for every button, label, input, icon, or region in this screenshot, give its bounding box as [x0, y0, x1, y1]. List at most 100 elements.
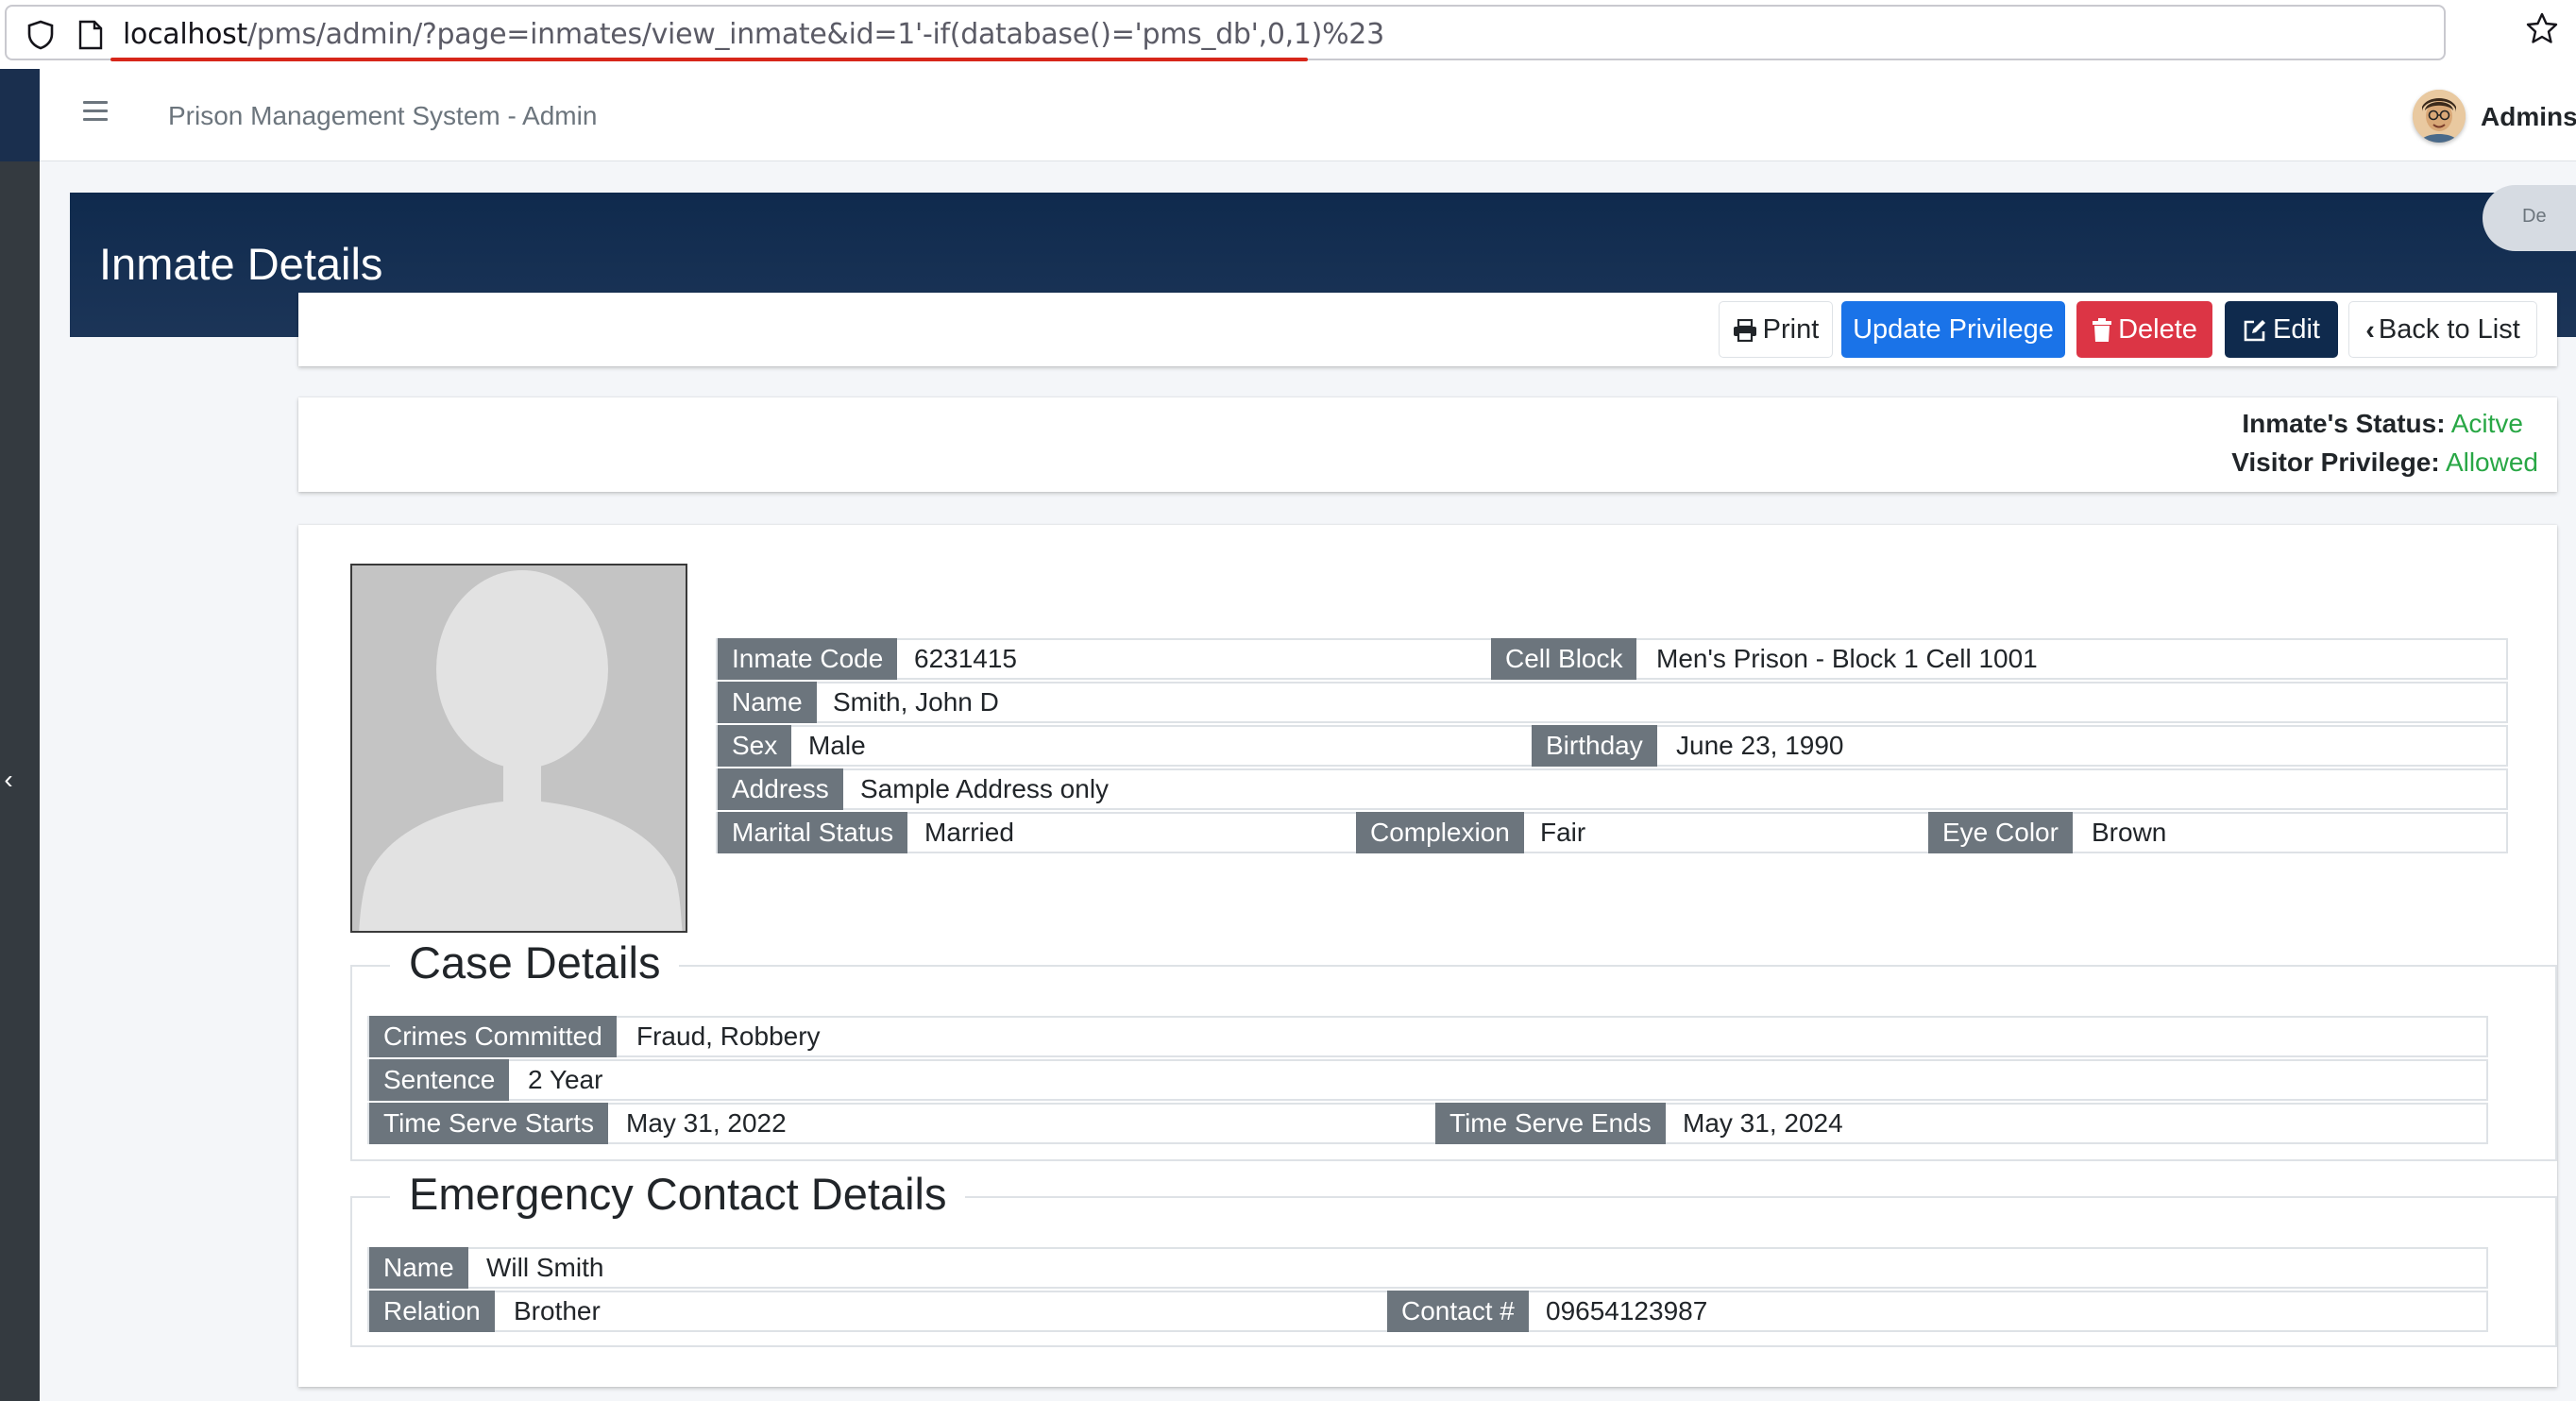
- sidebar: ‹: [0, 69, 40, 1401]
- name-cell: Name Smith, John D: [718, 682, 2508, 723]
- info-row-serve-time: Time Serve Starts May 31, 2022 Time Serv…: [367, 1103, 2488, 1144]
- marital-value: Married: [924, 818, 1014, 847]
- case-details-fieldset: Case Details Crimes Committed Fraud, Rob…: [350, 938, 2557, 1161]
- crimes-value: Fraud, Robbery: [636, 1021, 821, 1051]
- serve-end-cell: Time Serve Ends May 31, 2024: [1435, 1103, 2488, 1144]
- address-value: Sample Address only: [860, 774, 1110, 803]
- chevron-left-icon: ‹: [2365, 315, 2375, 346]
- crimes-cell: Crimes Committed Fraud, Robbery: [369, 1016, 2488, 1057]
- page-title: Inmate Details: [99, 239, 383, 289]
- sex-label: Sex: [718, 725, 792, 767]
- url-path: /pms/admin/?page=inmates/view_inmate&id=…: [246, 18, 1384, 51]
- contact-name-value: Will Smith: [486, 1253, 604, 1282]
- edit-button[interactable]: Edit: [2225, 301, 2338, 358]
- address-cell: Address Sample Address only: [718, 768, 2508, 810]
- cell-block-label: Cell Block: [1491, 638, 1637, 680]
- name-label: Name: [718, 682, 817, 723]
- inmate-code-label: Inmate Code: [718, 638, 898, 680]
- birthday-label: Birthday: [1532, 725, 1657, 767]
- serve-start-label: Time Serve Starts: [369, 1103, 609, 1144]
- complexion-cell: Complexion Fair: [1356, 812, 1928, 853]
- inmate-status-label: Inmate's Status:: [2242, 409, 2446, 438]
- url-text[interactable]: localhost/pms/admin/?page=inmates/view_i…: [123, 19, 1384, 51]
- status-panel: Inmate's Status: Acitve Visitor Privileg…: [298, 397, 2557, 492]
- visitor-privilege: Visitor Privilege: Allowed: [2231, 447, 2538, 478]
- info-row-sentence: Sentence 2 Year: [367, 1059, 2488, 1101]
- eye-color-label: Eye Color: [1928, 812, 2073, 853]
- info-row-name: Name Smith, John D: [716, 682, 2508, 723]
- serve-start-cell: Time Serve Starts May 31, 2022: [369, 1103, 1435, 1144]
- back-to-list-button[interactable]: ‹ Back to List: [2348, 301, 2537, 358]
- marital-label: Marital Status: [718, 812, 908, 853]
- eye-color-value: Brown: [2092, 818, 2167, 847]
- sentence-label: Sentence: [369, 1059, 510, 1101]
- info-row-contact-name: Name Will Smith: [367, 1247, 2488, 1289]
- back-label: Back to List: [2378, 314, 2520, 345]
- app-title[interactable]: Prison Management System - Admin: [168, 101, 597, 131]
- hamburger-menu-icon[interactable]: [83, 101, 108, 122]
- delete-label: Delete: [2118, 314, 2197, 345]
- delete-button[interactable]: Delete: [2076, 301, 2212, 358]
- address-label: Address: [718, 768, 843, 810]
- serve-end-label: Time Serve Ends: [1435, 1103, 1666, 1144]
- dev-badge[interactable]: De: [2483, 185, 2576, 251]
- marital-cell: Marital Status Married: [718, 812, 1356, 853]
- sentence-cell: Sentence 2 Year: [369, 1059, 2488, 1101]
- visitor-privilege-label: Visitor Privilege:: [2231, 447, 2440, 477]
- info-row-address: Address Sample Address only: [716, 768, 2508, 810]
- action-toolbar: Print Update Privilege Delete Edit ‹ Back…: [298, 293, 2557, 366]
- user-name[interactable]: Admins: [2481, 102, 2576, 132]
- trash-icon: [2093, 318, 2112, 343]
- print-icon: [1733, 319, 1756, 343]
- inmate-code-value: 6231415: [914, 644, 1018, 673]
- cell-block-value: Men's Prison - Block 1 Cell 1001: [1656, 644, 2038, 673]
- info-row-sex: Sex Male Birthday June 23, 1990: [716, 725, 2508, 767]
- birthday-value: June 23, 1990: [1676, 731, 1844, 760]
- chevron-left-icon[interactable]: ‹: [0, 763, 17, 797]
- edit-icon: [2244, 320, 2265, 342]
- url-host: localhost: [123, 18, 247, 51]
- inmate-status-value: Acitve: [2450, 409, 2523, 438]
- url-underline: [110, 58, 1308, 61]
- browser-toolbar: localhost/pms/admin/?page=inmates/view_i…: [0, 0, 2576, 69]
- print-button[interactable]: Print: [1719, 301, 1833, 358]
- crimes-label: Crimes Committed: [369, 1016, 617, 1057]
- inmate-status: Inmate's Status: Acitve: [2242, 409, 2523, 439]
- address-bar[interactable]: localhost/pms/admin/?page=inmates/view_i…: [5, 5, 2446, 61]
- complexion-value: Fair: [1540, 818, 1586, 847]
- birthday-cell: Birthday June 23, 1990: [1532, 725, 2508, 767]
- sidebar-brand[interactable]: [0, 69, 40, 161]
- avatar[interactable]: [2413, 90, 2466, 143]
- relation-cell: Relation Brother: [369, 1291, 1387, 1332]
- inmate-code-cell: Inmate Code 6231415: [718, 638, 1491, 680]
- info-row-crimes: Crimes Committed Fraud, Robbery: [367, 1016, 2488, 1057]
- contact-number-label: Contact #: [1387, 1291, 1529, 1332]
- contact-name-cell: Name Will Smith: [369, 1247, 2488, 1289]
- visitor-privilege-value: Allowed: [2445, 447, 2538, 477]
- emergency-contact-fieldset: Emergency Contact Details Name Will Smit…: [350, 1170, 2557, 1347]
- inmate-photo-placeholder: [350, 564, 687, 933]
- bookmark-star-icon[interactable]: [2525, 11, 2559, 45]
- complexion-label: Complexion: [1356, 812, 1524, 853]
- info-row-code: Inmate Code 6231415 Cell Block Men's Pri…: [716, 638, 2508, 680]
- print-label: Print: [1762, 314, 1820, 345]
- top-navbar: Prison Management System - Admin Admins: [40, 69, 2576, 161]
- relation-value: Brother: [514, 1296, 601, 1325]
- sex-value: Male: [808, 731, 866, 760]
- relation-label: Relation: [369, 1291, 495, 1332]
- sentence-value: 2 Year: [528, 1065, 603, 1094]
- page-icon: [78, 20, 103, 50]
- info-row-physical: Marital Status Married Complexion Fair E…: [716, 812, 2508, 853]
- inmate-details-card: Inmate Code 6231415 Cell Block Men's Pri…: [298, 525, 2557, 1387]
- shield-icon[interactable]: [25, 20, 56, 50]
- serve-start-value: May 31, 2022: [626, 1108, 787, 1138]
- contact-name-label: Name: [369, 1247, 468, 1289]
- contact-number-value: 09654123987: [1546, 1296, 1708, 1325]
- contact-number-cell: Contact # 09654123987: [1387, 1291, 2488, 1332]
- name-value: Smith, John D: [833, 687, 999, 717]
- cell-block-cell: Cell Block Men's Prison - Block 1 Cell 1…: [1491, 638, 2508, 680]
- update-privilege-button[interactable]: Update Privilege: [1841, 301, 2065, 358]
- case-details-legend: Case Details: [390, 938, 680, 987]
- eye-color-cell: Eye Color Brown: [1928, 812, 2508, 853]
- serve-end-value: May 31, 2024: [1683, 1108, 1843, 1138]
